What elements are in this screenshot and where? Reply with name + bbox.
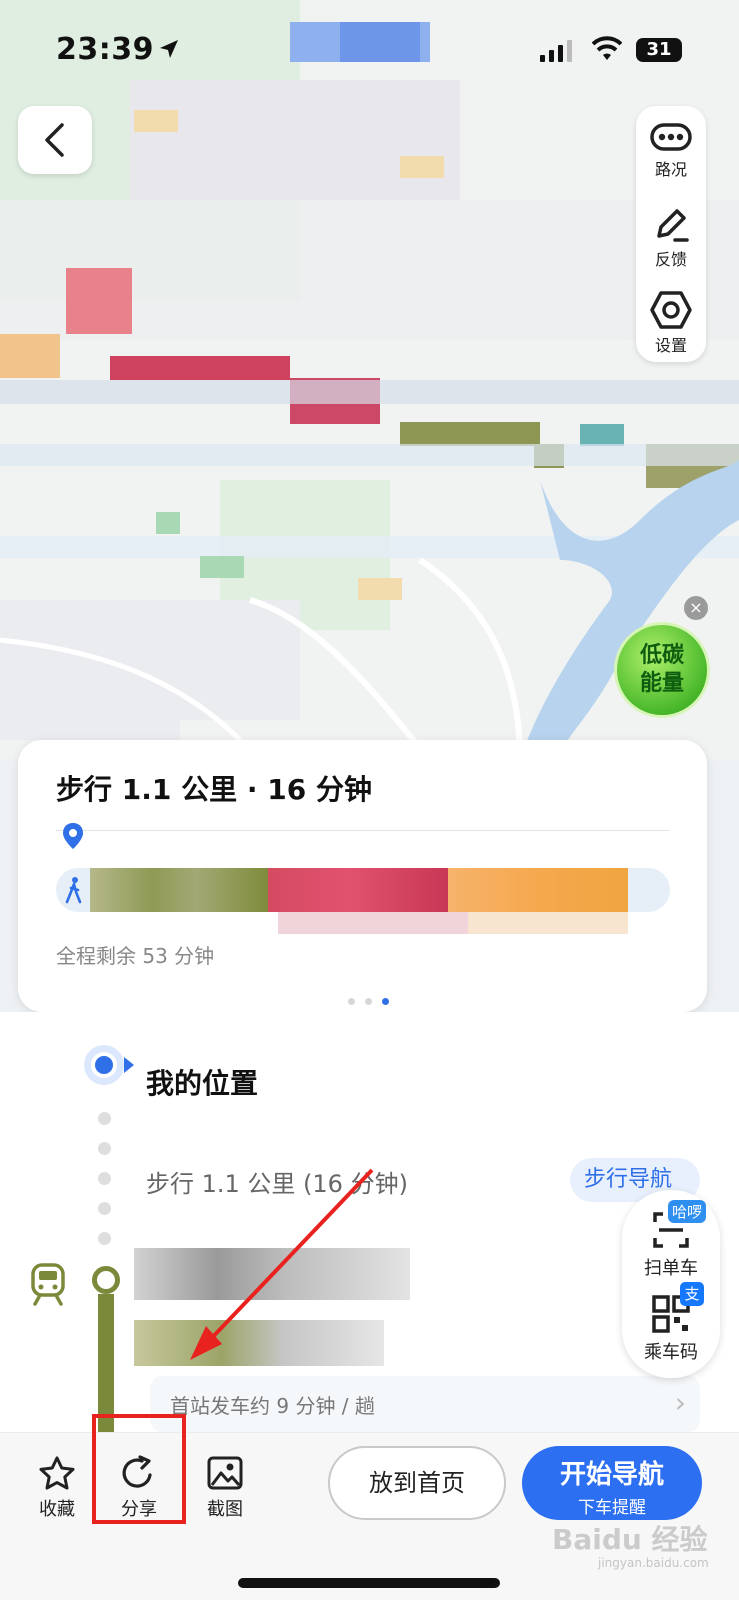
start-navigation-button[interactable]: 开始导航 下车提醒	[522, 1446, 702, 1520]
watermark-logo: Baidu 经验	[552, 1523, 708, 1556]
scan-bike-button[interactable]: 哈啰 扫单车	[622, 1200, 720, 1280]
start-navigation-label: 开始导航	[559, 1460, 664, 1490]
first-train-info: 首站发车约 9 分钟 / 趟	[170, 1394, 375, 1418]
ride-code-button[interactable]: 支 乘车码	[622, 1282, 720, 1364]
star-icon	[39, 1456, 75, 1490]
hello-bike-tag: 哈啰	[668, 1200, 707, 1223]
home-indicator[interactable]	[238, 1578, 500, 1588]
chevron-right-icon: ›	[674, 1386, 686, 1419]
alight-reminder-label: 下车提醒	[578, 1498, 646, 1518]
alipay-tag: 支	[680, 1282, 704, 1306]
watermark-url: jingyan.baidu.com	[598, 1556, 709, 1570]
screenshot-label: 截图	[207, 1499, 243, 1520]
quick-action-panel: 哈啰 扫单车 支 乘车码	[622, 1190, 720, 1378]
scan-bike-label: 扫单车	[644, 1258, 698, 1279]
first-train-info-row[interactable]: 首站发车约 9 分钟 / 趟 ›	[150, 1376, 700, 1432]
add-to-home-button[interactable]: 放到首页	[328, 1446, 506, 1520]
ride-code-label: 乘车码	[644, 1342, 698, 1363]
screenshot-button[interactable]: 截图	[190, 1455, 260, 1521]
image-icon	[207, 1456, 243, 1490]
favorite-label: 收藏	[39, 1499, 75, 1520]
favorite-button[interactable]: 收藏	[22, 1455, 92, 1521]
share-annotation-box	[92, 1414, 186, 1524]
